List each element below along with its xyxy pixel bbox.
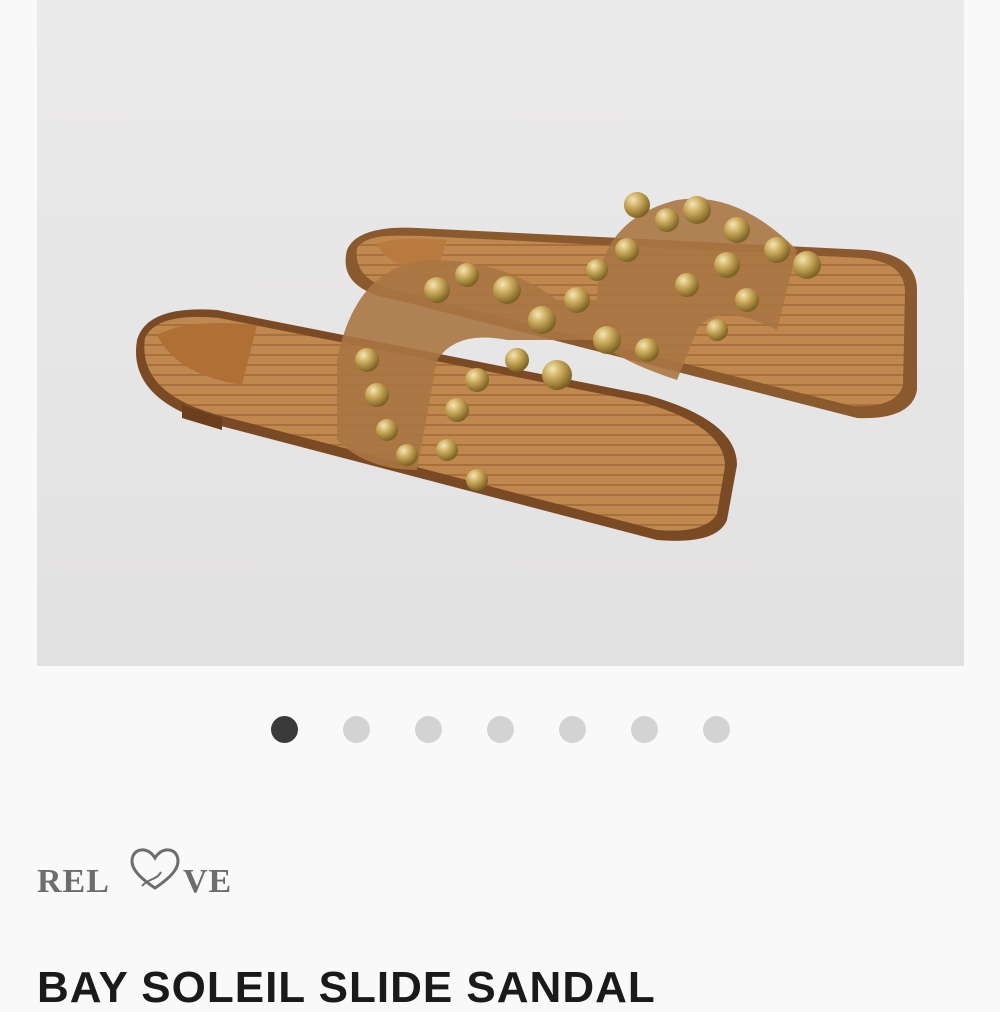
svg-text:VE: VE: [183, 863, 232, 900]
sandal-photo: [136, 192, 917, 541]
brand-logo[interactable]: REL VE: [37, 842, 247, 902]
gallery-dot-4[interactable]: [486, 716, 514, 743]
gallery-dot-6[interactable]: [630, 716, 658, 743]
gallery-dot-7[interactable]: [702, 716, 730, 743]
relove-logo-icon: REL VE: [37, 848, 232, 900]
gallery-dot-5[interactable]: [558, 716, 586, 743]
product-image[interactable]: [37, 0, 964, 666]
gallery-dot-1[interactable]: [270, 716, 298, 743]
gallery-dot-3[interactable]: [414, 716, 442, 743]
svg-text:REL: REL: [37, 863, 110, 900]
product-title: BAY SOLEIL SLIDE SANDAL: [37, 963, 656, 1012]
gallery-pagination: [0, 716, 1000, 744]
gallery-dot-2[interactable]: [342, 716, 370, 743]
